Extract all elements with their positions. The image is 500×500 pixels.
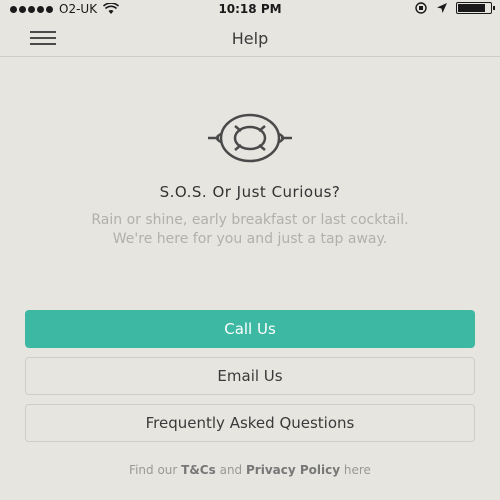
subtext-line-2: We're here for you and just a tap away.	[112, 231, 388, 247]
faq-button[interactable]: Frequently Asked Questions	[25, 404, 475, 442]
footer-suffix: here	[343, 463, 371, 477]
help-headline: S.O.S. Or Just Curious?	[159, 183, 341, 201]
location-arrow-icon	[437, 3, 447, 13]
nav-bar: Help	[0, 18, 500, 57]
help-screen: O2-UK 10:18 PM Help S.O.S. Or Just Curio…	[0, 0, 500, 500]
status-right	[414, 2, 495, 14]
page-title: Help	[231, 29, 269, 48]
privacy-policy-link[interactable]: Privacy Policy	[246, 463, 340, 477]
battery-icon	[456, 2, 495, 14]
help-subtext: Rain or shine, early breakfast or last c…	[20, 211, 480, 249]
call-us-button[interactable]: Call Us	[25, 310, 475, 348]
orientation-lock-icon	[415, 2, 427, 14]
lifebuoy-icon	[208, 113, 292, 163]
subtext-line-1: Rain or shine, early breakfast or last c…	[91, 212, 409, 228]
footer-legal: Find our T&Cs and Privacy Policy here	[0, 463, 500, 477]
battery-level	[458, 4, 485, 12]
status-bar: O2-UK 10:18 PM	[0, 0, 500, 18]
footer-prefix: Find our	[129, 463, 178, 477]
footer-and: and	[219, 463, 243, 477]
tcs-link[interactable]: T&Cs	[181, 463, 216, 477]
email-us-button[interactable]: Email Us	[25, 357, 475, 395]
